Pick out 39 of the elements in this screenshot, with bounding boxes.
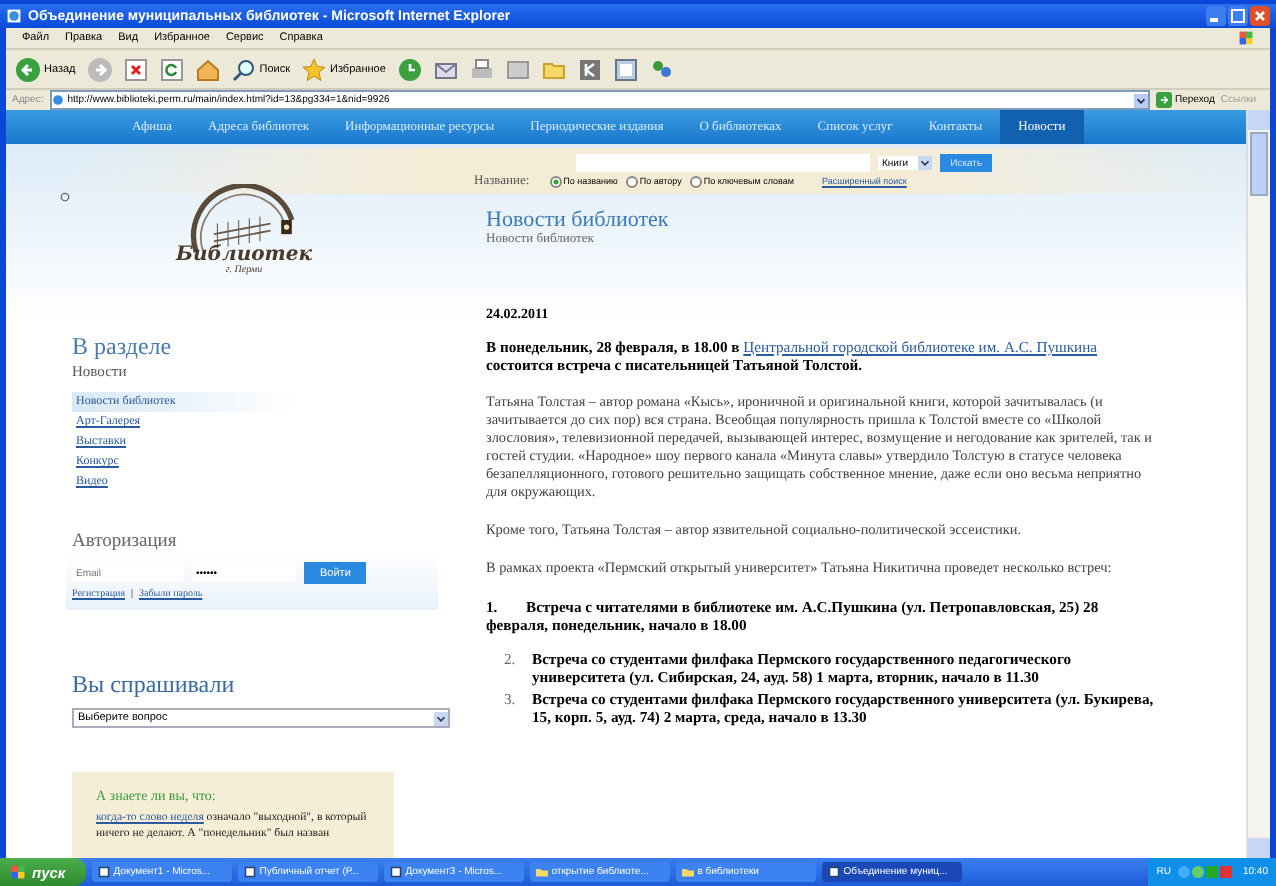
- folder-icon: [681, 866, 694, 878]
- windows-flag-icon: [10, 864, 26, 880]
- star-icon: [302, 57, 327, 81]
- dropdown-arrow-icon: [434, 711, 448, 725]
- dropdown-arrow-icon[interactable]: [1133, 93, 1148, 107]
- minimize-button[interactable]: [1206, 6, 1226, 26]
- page-heading: Новости библиотек: [486, 208, 671, 232]
- dropdown-arrow-icon: [918, 156, 933, 170]
- document-icon: [97, 866, 110, 878]
- search-icon: [231, 57, 256, 81]
- history-button[interactable]: [397, 57, 422, 81]
- document-icon: [827, 866, 840, 878]
- forward-button[interactable]: [87, 57, 112, 81]
- home-button[interactable]: [195, 57, 220, 81]
- search-field[interactable]: [576, 154, 870, 172]
- close-button[interactable]: [1250, 6, 1270, 26]
- document-icon: [389, 866, 402, 878]
- go-arrow-icon: [1155, 92, 1172, 108]
- k-letter-button[interactable]: [577, 57, 602, 81]
- folder-button[interactable]: [541, 57, 566, 81]
- windows-flag-icon: [1238, 30, 1254, 46]
- folder-icon: [535, 866, 548, 878]
- back-arrow-icon: [16, 57, 40, 81]
- faq-title: Вы спрашивали: [72, 670, 237, 700]
- vertical-scrollbar[interactable]: [1246, 110, 1270, 858]
- stop-button[interactable]: [123, 57, 148, 81]
- auth-title: Авторизация: [72, 532, 179, 552]
- circle-icon: [60, 192, 70, 202]
- print-button[interactable]: [469, 57, 494, 81]
- messenger-button[interactable]: [649, 57, 674, 81]
- edit-button[interactable]: [505, 57, 530, 81]
- refresh-button[interactable]: [159, 57, 184, 81]
- mail-button[interactable]: [433, 57, 458, 81]
- document-icon: [243, 866, 256, 878]
- section-title: В разделе: [72, 332, 174, 362]
- page-icon: [51, 94, 64, 106]
- browser-icon: [6, 8, 22, 24]
- maximize-button[interactable]: [1228, 6, 1248, 26]
- tray-icons-drawing: [1176, 864, 1237, 880]
